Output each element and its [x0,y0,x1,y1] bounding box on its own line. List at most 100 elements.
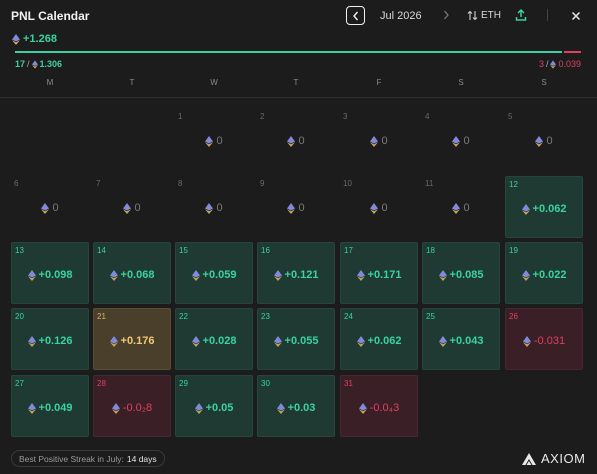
eth-icon [205,135,214,147]
header: PNL Calendar Jul 2026 ETH [0,0,597,30]
day-number: 2 [260,112,265,121]
loss-total: 0.039 [558,59,581,69]
day-cell[interactable]: 19 +0.022 [505,242,583,304]
prev-month-button[interactable] [346,6,365,25]
day-number: 3 [343,112,348,121]
axiom-logo-icon [522,452,536,465]
day-pnl-value: +0.055 [284,335,319,347]
day-pnl-value: +0.176 [120,335,155,347]
day-cell[interactable]: 13 +0.098 [11,242,89,304]
chevron-right-icon [444,10,449,20]
eth-icon [12,33,20,45]
day-cell[interactable]: 30 [340,109,418,171]
chevron-left-icon [352,11,358,20]
weekday-label: T [129,78,135,87]
day-number: 10 [343,179,352,188]
total-pnl-value: +1.268 [23,33,57,45]
day-number: 22 [179,312,188,321]
day-cell[interactable]: 30 +0.03 [257,375,335,437]
eth-icon [358,402,367,414]
day-pnl-value: +0.03 [287,402,316,414]
day-pnl: +0.028 [176,335,252,347]
loss-ratio-bar [564,51,581,53]
day-cell[interactable]: 17 +0.171 [340,242,418,304]
day-cell[interactable]: 90 [257,176,335,238]
win-total: 1.306 [39,59,63,69]
day-cell[interactable]: 11 0 [422,176,500,238]
loss-separator: / [545,59,549,69]
brand-name: AXIOM [541,451,586,466]
day-cell[interactable]: 10 [175,109,253,171]
day-number: 7 [96,179,101,188]
day-cell[interactable]: 70 [93,176,171,238]
day-number: 4 [425,112,430,121]
day-pnl-value: +0.059 [202,269,237,281]
day-cell[interactable]: 15 +0.059 [175,242,253,304]
day-pnl: +0.121 [258,269,334,281]
day-pnl-value: +0.022 [532,269,567,281]
day-number: 1 [178,112,183,121]
day-pnl: +0.05 [176,402,252,414]
next-month-button[interactable] [440,9,452,21]
day-number: 16 [261,246,270,255]
total-pnl: +1.268 [12,33,57,45]
win-days: 17 [15,59,26,69]
weekday-label: M [46,78,54,87]
streak-badge: Best Positive Streak in July: 14 days [11,450,165,467]
share-button[interactable] [514,8,528,22]
day-pnl: +0.098 [12,269,88,281]
eth-icon [370,202,379,214]
day-cell[interactable]: 27 +0.049 [11,375,89,437]
upload-icon [515,8,527,21]
day-number: 8 [178,179,183,188]
day-cell[interactable]: 20 +0.126 [11,308,89,370]
day-cell[interactable]: 29 +0.05 [175,375,253,437]
day-pnl-value: +0.171 [367,269,402,281]
day-number: 23 [261,312,270,321]
day-cell[interactable]: 12 +0.062 [505,176,583,238]
day-cell[interactable]: 10 0 [340,176,418,238]
day-pnl: 0 [422,135,500,147]
currency-toggle[interactable]: ETH [467,9,501,22]
day-cell[interactable]: 23 +0.055 [257,308,335,370]
day-cell[interactable]: 26 -0.031 [505,308,583,370]
pnl-calendar-panel: PNL Calendar Jul 2026 ETH +1.268 17 / 1.… [0,0,597,474]
day-cell[interactable]: 31 -0.0₄3 [340,375,418,437]
currency-label: ETH [481,10,501,21]
day-cell[interactable]: 16 +0.121 [257,242,335,304]
day-cell[interactable]: 18 +0.085 [422,242,500,304]
day-cell[interactable]: 60 [11,176,89,238]
close-button[interactable] [570,9,582,21]
day-number: 15 [179,246,188,255]
eth-icon [356,335,365,347]
day-cell[interactable]: 50 [505,109,583,171]
day-cell[interactable]: 80 [175,176,253,238]
day-pnl: +0.055 [258,335,334,347]
day-cell[interactable]: 22 +0.028 [175,308,253,370]
day-cell[interactable]: 14 +0.068 [93,242,171,304]
day-pnl: +0.043 [423,335,499,347]
eth-icon [287,135,296,147]
day-cell[interactable]: 24 +0.062 [340,308,418,370]
day-pnl-value: -0.031 [533,335,566,347]
day-number: 13 [15,246,24,255]
day-cell[interactable]: 25 +0.043 [422,308,500,370]
eth-icon [438,269,447,281]
day-pnl-value: 0 [216,202,223,214]
day-cell[interactable]: 21 +0.176 [93,308,171,370]
eth-icon [550,59,557,69]
day-number: 30 [261,379,270,388]
eth-icon [370,135,379,147]
day-cell[interactable]: 20 [257,109,335,171]
day-pnl: 0 [257,135,335,147]
day-cell[interactable]: 40 [422,109,500,171]
header-divider [547,9,548,21]
day-pnl: +0.171 [341,269,417,281]
eth-icon [191,335,200,347]
day-pnl: 0 [422,202,500,214]
eth-icon [109,335,118,347]
day-pnl-value: -0.0₂8 [122,402,153,414]
weekday-label: S [541,78,547,87]
day-pnl: -0.031 [506,335,582,347]
day-cell[interactable]: 28 -0.0₂8 [93,375,171,437]
